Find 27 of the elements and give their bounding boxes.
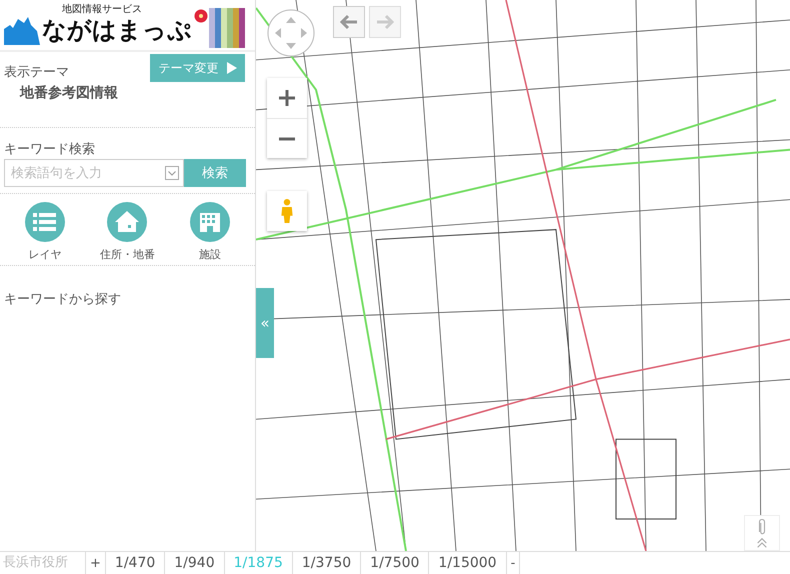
color-stripes-icon — [209, 8, 245, 48]
shortcut-label[interactable]: レイヤ — [28, 247, 62, 262]
building-icon[interactable] — [190, 202, 230, 242]
logo-wave-icon — [4, 15, 40, 45]
theme-label: 表示テーマ — [4, 64, 69, 81]
street-view-button[interactable] — [267, 191, 307, 231]
minus-icon — [277, 136, 297, 140]
list-icon[interactable] — [25, 202, 66, 242]
keyword-search-label: キーワード検索 — [4, 142, 95, 157]
plus-icon — [277, 88, 297, 108]
theme-name: 地番参考図情報 — [20, 84, 118, 102]
pan-control[interactable] — [267, 9, 315, 57]
paperclip-icon[interactable] — [757, 518, 767, 536]
house-icon[interactable] — [107, 202, 148, 242]
shortcut-label[interactable]: 施設 — [198, 247, 221, 262]
play-icon — [226, 62, 236, 74]
logo-subtitle: 地図情報サービス — [62, 4, 143, 15]
person-icon — [279, 197, 295, 225]
dropdown-icon[interactable] — [165, 166, 179, 180]
plum-flower-icon — [194, 9, 208, 23]
double-chevron-up-icon[interactable] — [756, 536, 768, 548]
shortcut-label[interactable]: 住所・地番 — [100, 247, 155, 262]
zoom-in-button[interactable] — [267, 78, 307, 118]
zoom-out-button[interactable] — [267, 118, 307, 158]
search-field[interactable]: 検索語句を入力 — [4, 159, 184, 187]
keyword-browse-heading: キーワードから探す — [4, 292, 121, 307]
logo-title: ながはまっぷ — [42, 15, 192, 45]
